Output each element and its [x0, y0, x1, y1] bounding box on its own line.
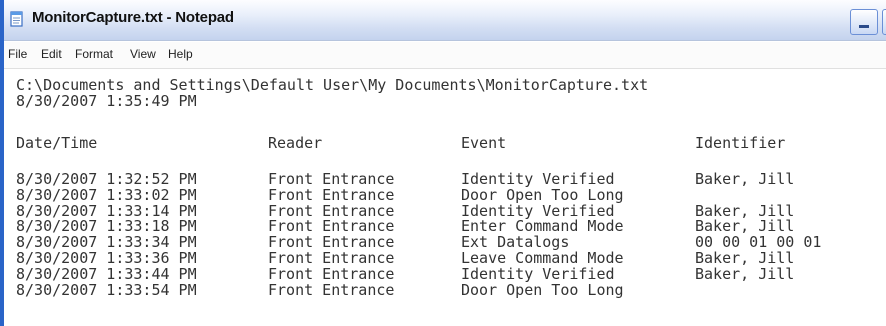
- header-identifier: Identifier: [695, 134, 786, 152]
- log-cell-event: Door Open Too Long: [461, 185, 624, 204]
- maximize-button[interactable]: [882, 9, 886, 35]
- notepad-icon: [10, 11, 23, 27]
- log-cell-datetime: 8/30/2007 1:33:02 PM: [16, 185, 197, 204]
- log-cell-datetime: 8/30/2007 1:33:44 PM: [16, 264, 197, 283]
- menu-edit[interactable]: Edit: [41, 47, 62, 61]
- header-reader: Reader: [268, 134, 323, 152]
- menu-bar: File Edit Format View Help: [4, 42, 886, 69]
- menu-file[interactable]: File: [8, 47, 27, 61]
- log-cell-datetime: 8/30/2007 1:33:54 PM: [16, 280, 197, 299]
- capture-timestamp-line: 8/30/2007 1:35:49 PM: [16, 92, 197, 110]
- title-bar[interactable]: MonitorCapture.txt - Notepad: [4, 0, 886, 41]
- log-cell-reader: Front Entrance: [268, 280, 395, 299]
- log-cell-reader: Front Entrance: [268, 264, 395, 283]
- log-cell-event: Door Open Too Long: [461, 280, 624, 299]
- log-cell-identifier: Baker, Jill: [695, 264, 795, 283]
- header-datetime: Date/Time: [16, 134, 98, 152]
- header-event: Event: [461, 134, 507, 152]
- menu-view[interactable]: View: [130, 47, 156, 61]
- window-title: MonitorCapture.txt - Notepad: [32, 9, 234, 26]
- log-cell-reader: Front Entrance: [268, 185, 395, 204]
- log-cell-event: Identity Verified: [461, 264, 615, 283]
- notepad-window: MonitorCapture.txt - Notepad File Edit F…: [0, 0, 886, 326]
- minimize-icon: [859, 25, 869, 28]
- minimize-button[interactable]: [850, 9, 878, 35]
- text-editor-area[interactable]: C:\Documents and Settings\Default User\M…: [16, 72, 886, 326]
- log-cell-identifier: Baker, Jill: [695, 170, 795, 188]
- menu-help[interactable]: Help: [168, 47, 193, 61]
- menu-format[interactable]: Format: [75, 47, 113, 61]
